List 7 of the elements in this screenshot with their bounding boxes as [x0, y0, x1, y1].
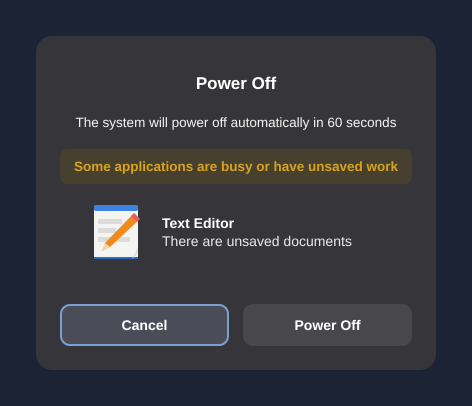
cancel-button[interactable]: Cancel — [60, 304, 229, 346]
app-name: Text Editor — [162, 215, 236, 231]
dialog-message: The system will power off automatically in 60 seconds — [74, 115, 398, 130]
app-status: There are unsaved documents — [162, 233, 352, 249]
power-off-button[interactable]: Power Off — [243, 304, 412, 346]
warning-banner: Some applications are busy or have unsaved work — [60, 149, 412, 184]
dialog-title: Power Off — [194, 74, 278, 94]
